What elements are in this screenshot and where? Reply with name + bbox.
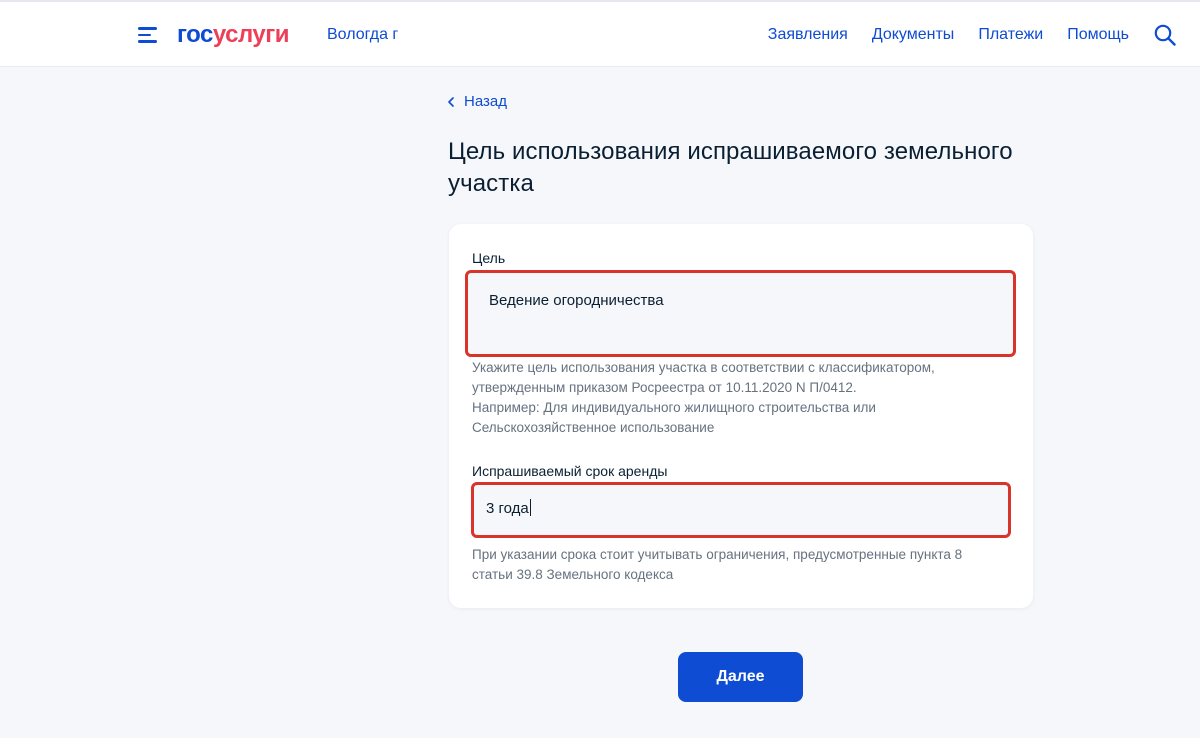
back-link[interactable]: Назад [448,92,507,112]
purpose-hint-line: утвержденным приказом Росреестра от 10.1… [472,380,857,395]
lease-term-label: Испрашиваемый срок аренды [472,463,668,479]
purpose-label: Цель [472,250,506,266]
logo[interactable]: госуслуги [177,20,290,50]
region-selector[interactable]: Вологда г [327,25,398,45]
purpose-hint: Укажите цель использования участка в соо… [472,358,992,438]
purpose-textarea[interactable]: Ведение огородничества [465,270,1016,357]
form-card: Цель Ведение огородничества Укажите цель… [449,224,1033,608]
site-header: госуслуги Вологда г Заявления Документы … [0,2,1200,66]
purpose-hint-line: Укажите цель использования участка в соо… [472,360,935,375]
nav-documents[interactable]: Документы [872,25,954,45]
back-label: Назад [464,93,507,110]
text-caret [529,499,531,516]
lease-term-hint: При указании срока стоит учитывать огран… [472,545,992,585]
lease-term-value: 3 года [486,500,529,517]
chevron-left-icon [448,97,454,107]
lease-term-hint-line: статьи 39.8 Земельного кодекса [472,567,674,582]
nav-payments[interactable]: Платежи [978,25,1043,45]
nav-applications[interactable]: Заявления [768,25,848,45]
logo-part-uslugi: услуги [212,21,290,48]
next-button[interactable]: Далее [678,652,803,702]
lease-term-hint-line: При указании срока стоит учитывать огран… [472,547,963,562]
nav-help[interactable]: Помощь [1067,25,1129,45]
logo-part-gos: гос [177,21,213,48]
search-icon[interactable] [1154,24,1176,46]
main-nav: Заявления Документы Платежи Помощь [768,25,1129,45]
lease-term-value-wrap: 3 года [486,499,531,519]
lease-term-input[interactable]: 3 года [471,482,1011,538]
page-title: Цель использования испрашиваемого земель… [448,138,1013,197]
purpose-hint-line: Например: Для индивидуального жилищного … [472,400,876,415]
menu-icon[interactable] [138,27,160,43]
purpose-hint-line: Сельскохозяйственное использование [472,420,715,435]
purpose-value: Ведение огородничества [489,292,664,309]
